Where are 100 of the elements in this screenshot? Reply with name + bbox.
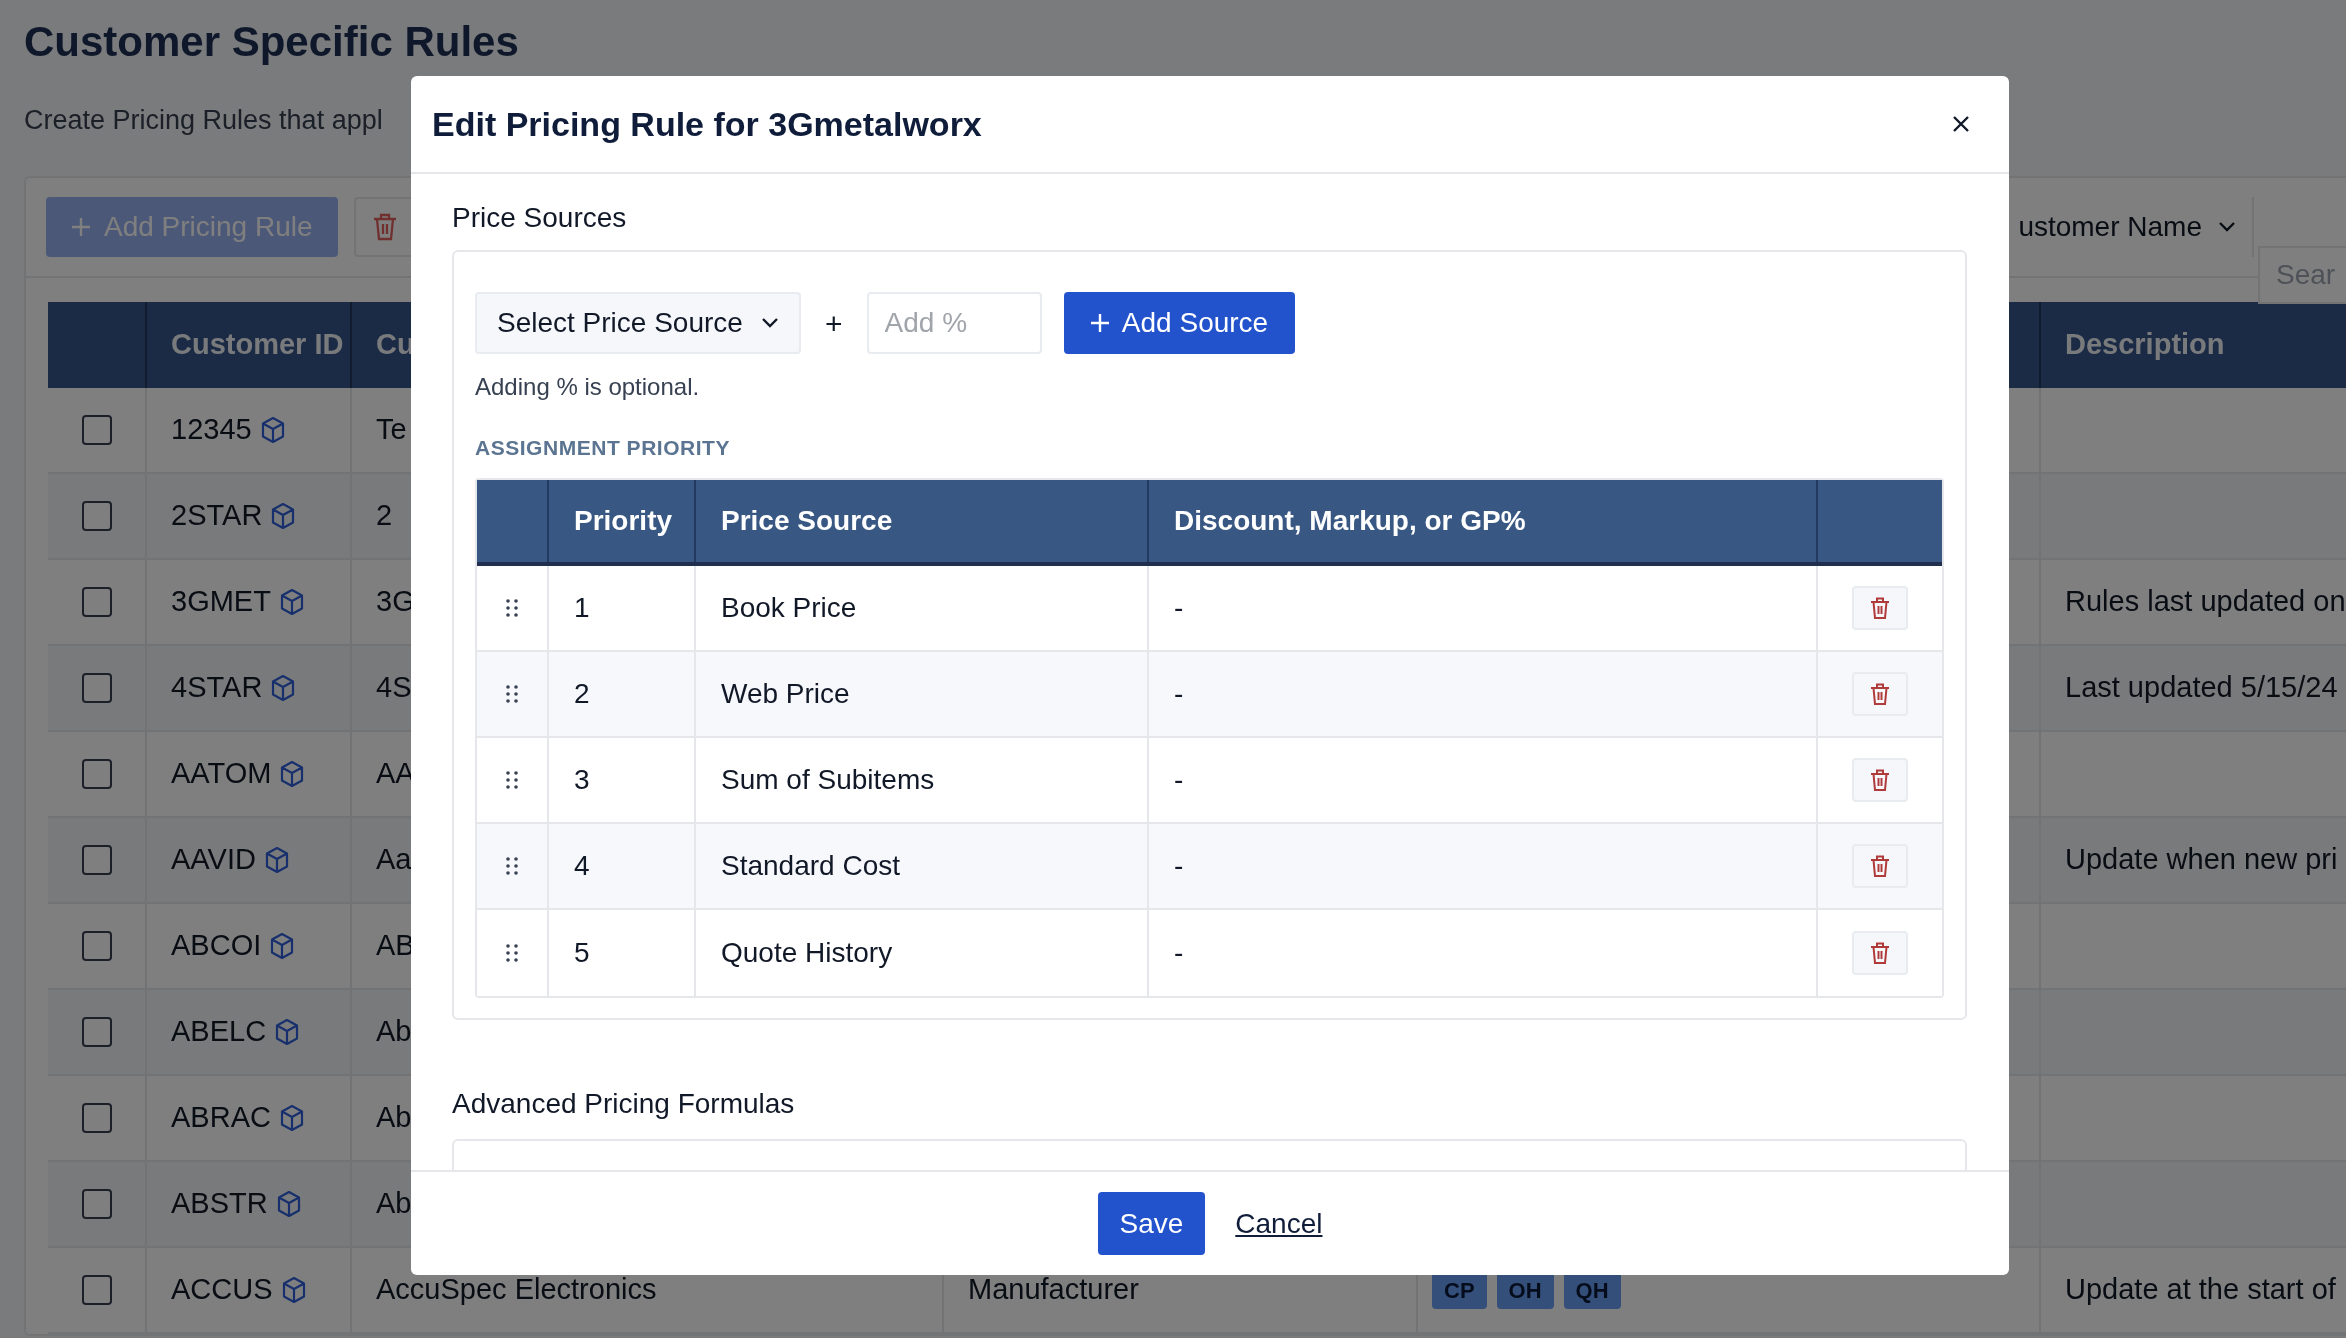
price-source-name: Standard Cost (721, 849, 900, 883)
delete-button[interactable] (1852, 758, 1908, 802)
customer-id: 3GMET (171, 584, 271, 620)
chevron-down-icon (761, 317, 779, 329)
checkbox[interactable] (81, 1275, 112, 1305)
cube-icon (278, 1104, 305, 1132)
delete-button[interactable] (1852, 586, 1908, 630)
checkbox[interactable] (81, 931, 112, 961)
adjustment-value: - (1174, 591, 1184, 625)
trash-icon (1869, 682, 1891, 706)
table-cell-text: Ab (376, 1100, 412, 1136)
column-header: Priority (574, 504, 673, 538)
drag-handle-icon[interactable] (505, 856, 519, 876)
priority-number: 1 (574, 591, 590, 625)
customer-id: ABELC (171, 1014, 267, 1050)
checkbox[interactable] (81, 1189, 112, 1219)
table-cell-text: Ab (376, 1186, 412, 1222)
customer-id: ABSTR (171, 1186, 268, 1222)
hint-text: Adding % is optional. (475, 372, 701, 402)
priority-number: 2 (574, 677, 590, 711)
section-label: Advanced Pricing Formulas (452, 1087, 796, 1121)
drag-handle-icon[interactable] (505, 684, 519, 704)
adjustment-value: - (1174, 677, 1184, 711)
cube-icon (278, 588, 305, 616)
cube-icon (279, 760, 306, 788)
section-label: Price Sources (452, 201, 628, 235)
table-cell-text: Rules last updated on (2065, 584, 2346, 620)
checkbox[interactable] (81, 587, 112, 617)
column-header: Customer ID (171, 327, 344, 363)
delete-button[interactable] (1852, 844, 1908, 888)
table-cell-text: 4S (376, 670, 412, 706)
trash-icon (1869, 768, 1891, 792)
close-icon (1951, 114, 1971, 134)
trash-icon (1869, 596, 1891, 620)
cube-icon (259, 416, 286, 444)
table-cell-text: Last updated 5/15/24 (2065, 670, 2338, 706)
cube-icon (263, 846, 290, 874)
checkbox[interactable] (81, 501, 112, 531)
price-source-name: Book Price (721, 591, 857, 625)
trash-icon (372, 212, 398, 242)
price-source-name: Sum of Subitems (721, 763, 935, 797)
adjustment-value: - (1174, 763, 1184, 797)
checkbox[interactable] (81, 1017, 112, 1047)
checkbox[interactable] (81, 415, 112, 445)
column-header: Discount, Markup, or GP% (1174, 504, 1526, 538)
drag-handle-icon[interactable] (505, 770, 519, 790)
checkbox[interactable] (81, 1103, 112, 1133)
column-header: Price Source (721, 504, 893, 538)
priority-number: 3 (574, 763, 590, 797)
table-cell-text: Update when new pri (2065, 842, 2338, 878)
filter-dropdown[interactable]: ustomer Name (2018, 197, 2254, 257)
drag-handle-icon[interactable] (505, 598, 519, 618)
section-heading: ASSIGNMENT PRIORITY (475, 435, 731, 461)
save-button[interactable]: Save (1097, 1192, 1206, 1255)
checkbox[interactable] (81, 845, 112, 875)
price-source-name: Web Price (721, 677, 850, 711)
percent-field[interactable]: Add % (866, 292, 1042, 354)
plus-icon (70, 216, 92, 238)
price-source-name: Quote History (721, 936, 893, 970)
page-title: Customer Specific Rules (24, 17, 520, 67)
priority-number: 5 (574, 936, 590, 970)
trash-icon (1869, 941, 1891, 965)
trash-icon (1869, 854, 1891, 878)
table-cell-text: Ab (376, 1014, 412, 1050)
table-cell-text: 2 (376, 498, 393, 534)
checkbox[interactable] (81, 673, 112, 703)
cube-icon (275, 1190, 302, 1218)
table-cell-text: Manufacturer (968, 1272, 1139, 1308)
checkbox[interactable] (81, 759, 112, 789)
customer-id: AATOM (171, 756, 272, 792)
delete-button[interactable] (1852, 672, 1908, 716)
table-cell-text: Update at the start of (2065, 1272, 2336, 1308)
cube-icon (274, 1018, 301, 1046)
customer-id: ABCOI (171, 928, 262, 964)
customer-id: AAVID (171, 842, 256, 878)
cube-icon (269, 932, 296, 960)
page-subtitle: Create Pricing Rules that appl (24, 104, 383, 137)
customer-id: 2STAR (171, 498, 263, 534)
cancel-link[interactable]: Cancel (1235, 1202, 1323, 1245)
drag-handle-icon[interactable] (505, 943, 519, 963)
table-cell-text: Te (376, 412, 407, 448)
add-source-button[interactable]: Add Source (1063, 292, 1295, 354)
plus-sign: + (825, 305, 843, 342)
cube-icon (270, 502, 297, 530)
dialog-title: Edit Pricing Rule for 3Gmetalworx (432, 103, 982, 145)
adjustment-value: - (1174, 849, 1184, 883)
price-source-select[interactable]: Select Price Source (475, 292, 801, 354)
cube-icon (270, 674, 297, 702)
priority-number: 4 (574, 849, 590, 883)
delete-button[interactable] (1852, 931, 1908, 975)
plus-icon (1089, 313, 1110, 333)
customer-id: 12345 (171, 412, 252, 448)
adjustment-value: - (1174, 936, 1184, 970)
customer-id: ACCUS (171, 1272, 273, 1308)
table-cell-text: AccuSpec Electronics (376, 1272, 657, 1308)
cube-icon (280, 1276, 307, 1304)
customer-id: ABRAC (171, 1100, 271, 1136)
chevron-down-icon (2218, 221, 2236, 233)
table-cell-text: Aa (376, 842, 412, 878)
customer-id: 4STAR (171, 670, 263, 706)
